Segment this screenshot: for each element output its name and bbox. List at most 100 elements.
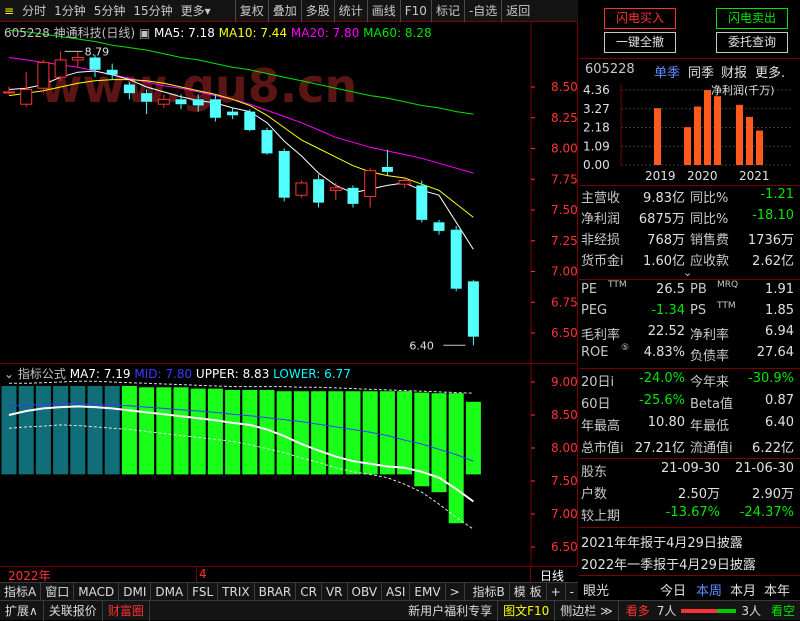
candle[interactable] bbox=[433, 219, 445, 235]
period-tab-5min[interactable]: 5分钟 bbox=[90, 0, 130, 22]
related-quote-button[interactable]: 关联报价 bbox=[44, 600, 103, 621]
tab-scroll-right[interactable]: > bbox=[446, 582, 465, 601]
wealth-circle-button[interactable]: 财富圈 bbox=[103, 600, 150, 621]
range-tab-today[interactable]: 今日 bbox=[660, 580, 686, 599]
mark-button[interactable]: 标记 bbox=[430, 0, 464, 22]
tab-cr[interactable]: CR bbox=[296, 582, 322, 601]
multi-stock-button[interactable]: 多股 bbox=[300, 0, 334, 22]
tab-more[interactable]: 更多. bbox=[755, 62, 785, 81]
indicator-bar bbox=[104, 385, 120, 475]
toolbar-menu-icon[interactable]: ≡ bbox=[0, 0, 18, 22]
tab-window[interactable]: 窗口 bbox=[41, 582, 75, 601]
overlay-button[interactable]: 叠加 bbox=[267, 0, 301, 22]
indicator-bar bbox=[397, 391, 413, 475]
candle[interactable] bbox=[450, 225, 462, 292]
tab-dmi[interactable]: DMI bbox=[119, 582, 152, 601]
order-query-button[interactable]: 委托查询 bbox=[716, 32, 788, 53]
price-tick-label: 8.00 bbox=[551, 142, 578, 156]
range-tabs: 眼光 今日 本周 本月 本年 bbox=[579, 578, 800, 599]
candle[interactable] bbox=[416, 180, 428, 223]
new-user-benefit-link[interactable]: 新用户福利专享 bbox=[403, 600, 499, 621]
back-button[interactable]: 返回 bbox=[501, 0, 534, 22]
candle[interactable] bbox=[313, 174, 325, 208]
tab-fsl[interactable]: FSL bbox=[188, 582, 219, 601]
expand-button[interactable]: 扩展∧ bbox=[0, 600, 44, 621]
candle-body bbox=[123, 84, 135, 94]
range-tab-year[interactable]: 本年 bbox=[764, 580, 790, 599]
range-tab-month[interactable]: 本月 bbox=[730, 580, 756, 599]
metric-value: 768万 bbox=[647, 233, 685, 248]
candle[interactable] bbox=[3, 87, 15, 95]
graphic-f10-button[interactable]: 图文F10 bbox=[498, 600, 556, 621]
indicator-bar bbox=[379, 391, 395, 475]
tab-obv[interactable]: OBV bbox=[348, 582, 383, 601]
candle[interactable] bbox=[295, 180, 308, 198]
candle[interactable] bbox=[278, 148, 290, 202]
expand-down-icon[interactable]: ⌄ bbox=[683, 266, 692, 279]
mini-y-tick: 4.36 bbox=[583, 83, 610, 97]
restore-rights-button[interactable]: 复权 bbox=[234, 0, 268, 22]
tab-macd[interactable]: MACD bbox=[74, 582, 120, 601]
candle[interactable] bbox=[244, 109, 256, 132]
quarter-report-notice[interactable]: 2022年一季报于4月29日披露 bbox=[581, 554, 756, 573]
candle-body bbox=[450, 229, 462, 289]
candle[interactable] bbox=[364, 168, 377, 208]
tab-template[interactable]: 模 板 bbox=[510, 582, 547, 601]
tab-remove-button[interactable]: - bbox=[566, 583, 578, 601]
tab-report[interactable]: 财报 bbox=[721, 62, 747, 81]
notice-row[interactable]: 2021年年报于4月29日披露 bbox=[579, 530, 800, 551]
holder-value: 21-09-30 bbox=[660, 461, 720, 476]
sidebar-toggle-button[interactable]: 侧边栏 ≫ bbox=[555, 600, 619, 621]
candle[interactable] bbox=[467, 280, 479, 346]
period-tab-timeshare[interactable]: 分时 bbox=[18, 0, 50, 22]
indicator-title[interactable]: 指标公式 bbox=[18, 367, 66, 381]
tab-indicator-a[interactable]: 指标A bbox=[0, 582, 42, 601]
f10-button[interactable]: F10 bbox=[399, 0, 431, 22]
tab-brar[interactable]: BRAR bbox=[255, 582, 297, 601]
period-tab-15min[interactable]: 15分钟 bbox=[129, 0, 176, 22]
bearish-count: 3人 bbox=[741, 603, 761, 618]
notice-row[interactable]: 2022年一季报于4月29日披露 bbox=[579, 552, 800, 573]
month-divider bbox=[196, 567, 197, 583]
tab-indicator-b[interactable]: 指标B bbox=[469, 582, 510, 601]
cancel-all-button[interactable]: 一键全撤 bbox=[604, 32, 676, 53]
indicator-pane[interactable]: 9.00 8.50 8.00 7.50 7.00 6.50 ⌄ 指标公式 MA7: 7.1… bbox=[0, 364, 578, 566]
candle[interactable] bbox=[20, 72, 33, 107]
tab-dma[interactable]: DMA bbox=[151, 582, 189, 601]
chart-toolbar: ≡ 分时 1分钟 5分钟 15分钟 更多▾ 复权 叠加 多股 统计 画线 F10… bbox=[0, 0, 578, 22]
collapse-icon[interactable]: ⌄ bbox=[4, 367, 14, 381]
candle[interactable] bbox=[347, 185, 359, 208]
candlestick-chart[interactable]: www.gu8.cn 8.508.258.007.757.507.257.006… bbox=[0, 22, 578, 364]
ma-toggle-icon[interactable]: ▣ bbox=[139, 26, 150, 40]
metric-label: 年最高 bbox=[581, 419, 621, 434]
tab-vr[interactable]: VR bbox=[322, 582, 348, 601]
tab-asi[interactable]: ASI bbox=[382, 582, 411, 601]
tab-emv[interactable]: EMV bbox=[410, 582, 446, 601]
indicator-chart[interactable]: 9.00 8.50 8.00 7.50 7.00 6.50 bbox=[0, 364, 578, 566]
range-tab-week[interactable]: 本周 bbox=[696, 580, 722, 599]
annual-report-notice[interactable]: 2021年年报于4月29日披露 bbox=[581, 532, 743, 551]
tab-quarterly[interactable]: 单季 bbox=[654, 62, 680, 81]
remove-watchlist-button[interactable]: -自选 bbox=[463, 0, 501, 22]
candle[interactable] bbox=[54, 51, 67, 81]
statistics-button[interactable]: 统计 bbox=[333, 0, 367, 22]
draw-line-button[interactable]: 画线 bbox=[366, 0, 400, 22]
tab-trix[interactable]: TRIX bbox=[218, 582, 255, 601]
candle[interactable] bbox=[329, 182, 342, 201]
mini-x-tick: 2019 bbox=[645, 169, 676, 183]
candle[interactable] bbox=[261, 127, 273, 155]
price-chart-pane[interactable]: www.gu8.cn 8.50 8.25 8.00 7.75 7.50 7.25 7.00 6… bbox=[0, 22, 578, 364]
mini-bar bbox=[694, 106, 701, 165]
metric-label: 净利率 bbox=[690, 328, 730, 343]
metric-row: 60日 -25.6% Beta值 0.87 bbox=[579, 391, 800, 412]
quick-buy-button[interactable]: 闪电买入 bbox=[604, 8, 676, 29]
candle-body bbox=[433, 222, 445, 231]
tab-add-button[interactable]: + bbox=[547, 582, 566, 601]
candle[interactable] bbox=[37, 59, 50, 94]
period-more-dropdown[interactable]: 更多▾ bbox=[177, 0, 215, 22]
holder-value: 21-06-30 bbox=[734, 461, 794, 476]
quick-sell-button[interactable]: 闪电卖出 bbox=[716, 8, 788, 29]
period-tab-1min[interactable]: 1分钟 bbox=[50, 0, 90, 22]
candle[interactable] bbox=[381, 149, 393, 176]
tab-same-quarter[interactable]: 同季 bbox=[688, 62, 714, 81]
